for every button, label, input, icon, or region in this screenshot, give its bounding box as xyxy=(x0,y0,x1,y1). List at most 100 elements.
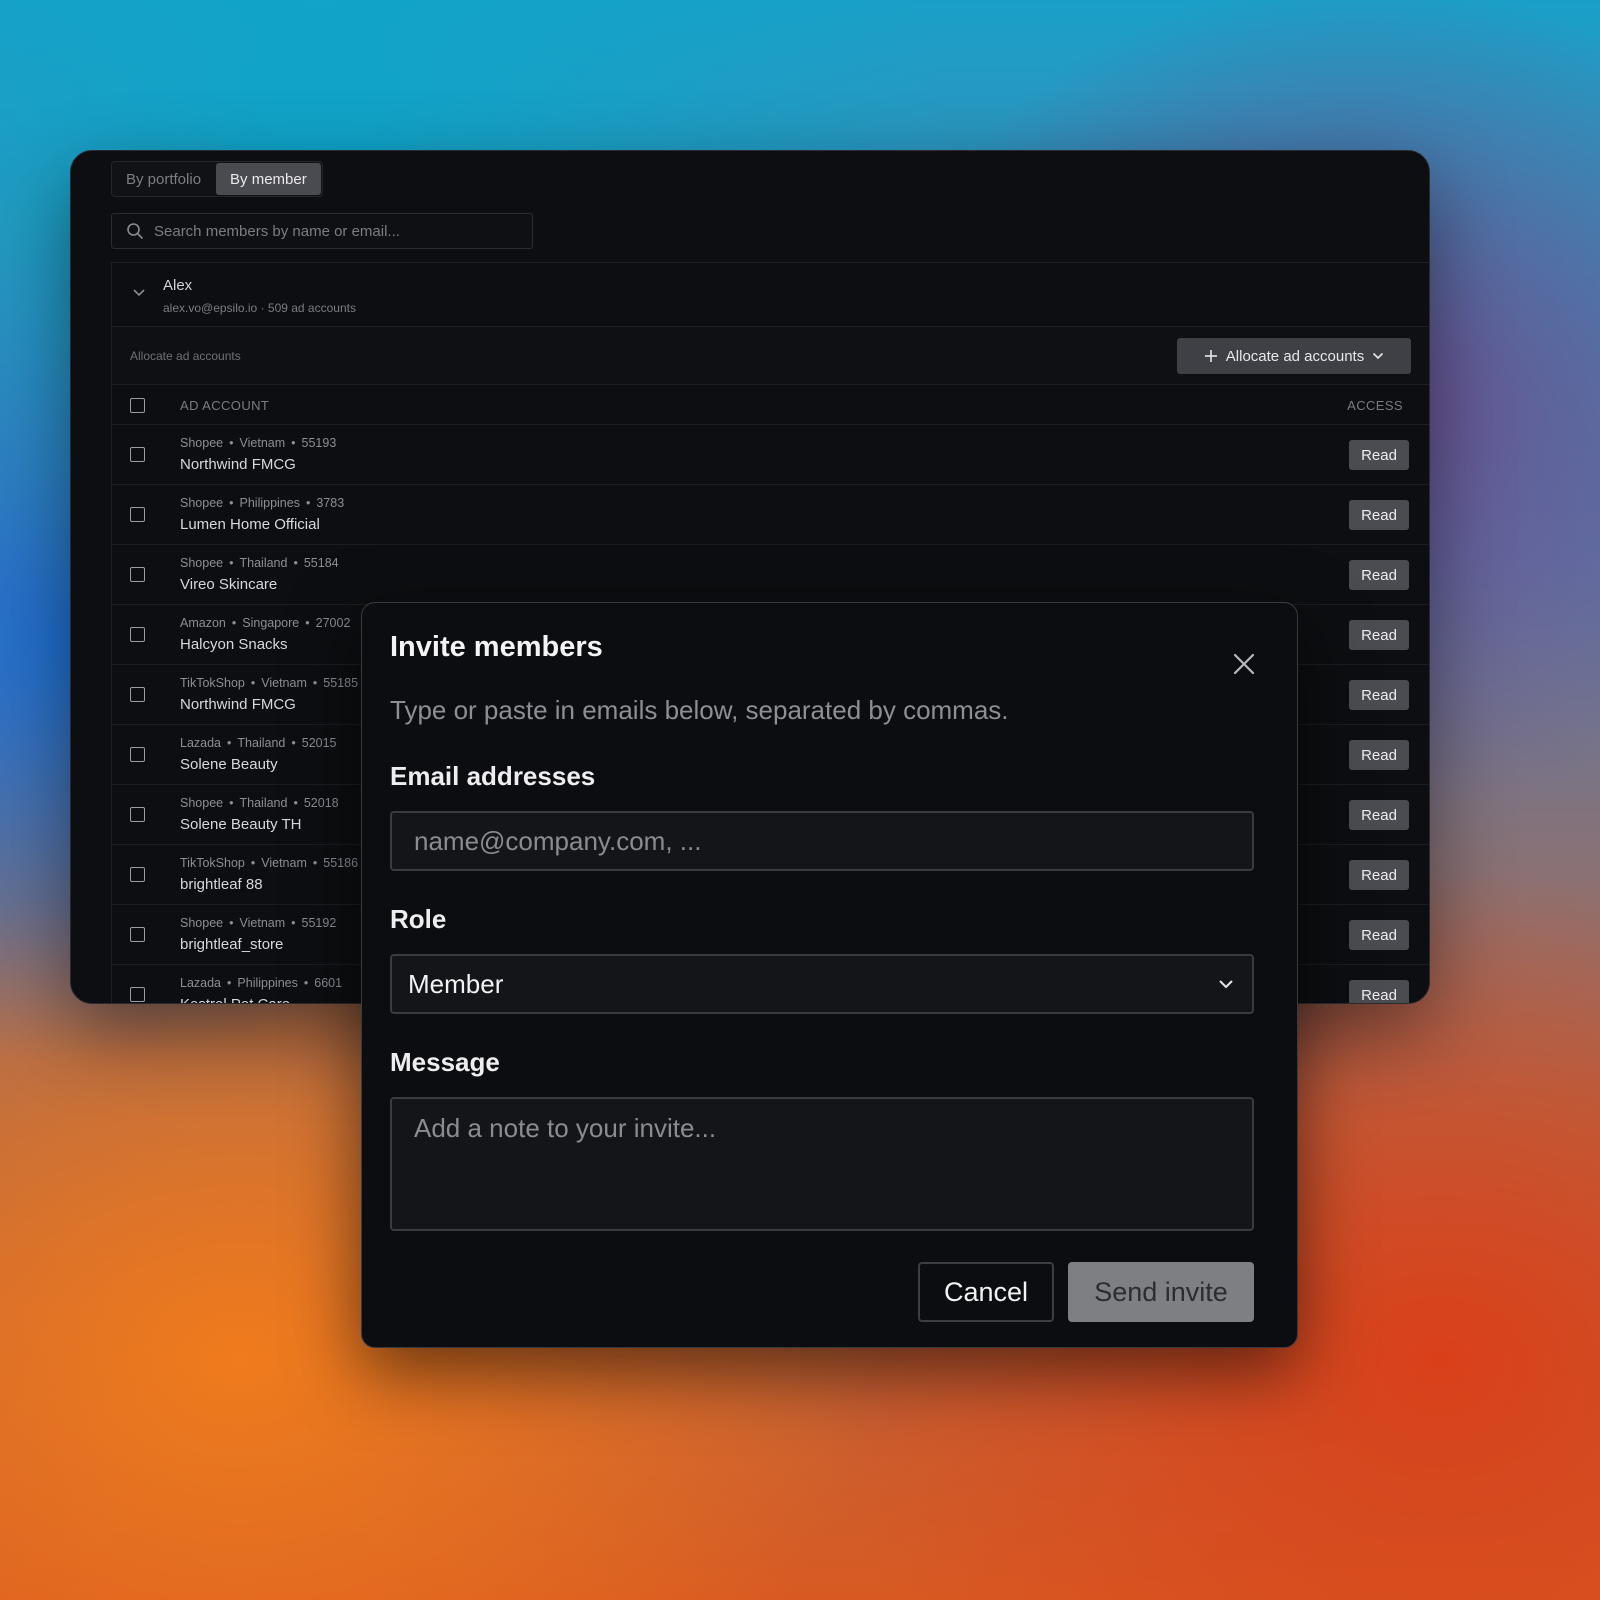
member-search xyxy=(111,213,533,249)
tab-by-member[interactable]: By member xyxy=(216,163,321,195)
row-meta: Shopee • Vietnam • 55193 xyxy=(180,436,337,450)
row-id: 52015 xyxy=(301,736,337,750)
dialog-title: Invite members xyxy=(390,631,603,663)
row-meta: Shopee • Vietnam • 55192 xyxy=(180,916,337,930)
row-country: Thailand xyxy=(239,556,288,570)
row-platform: Lazada xyxy=(180,736,222,750)
row-platform: Shopee xyxy=(180,496,224,510)
row-checkbox[interactable] xyxy=(130,987,145,1002)
row-country: Philippines xyxy=(237,976,298,990)
access-read-button[interactable]: Read xyxy=(1349,920,1409,950)
row-country: Thailand xyxy=(239,796,288,810)
access-read-button[interactable]: Read xyxy=(1349,500,1409,530)
column-header-ad-account: AD ACCOUNT xyxy=(180,398,270,413)
row-id: 55193 xyxy=(301,436,337,450)
member-subtitle: alex.vo@epsilo.io · 509 ad accounts xyxy=(163,301,356,315)
message-label: Message xyxy=(390,1047,500,1077)
row-account-name: Solene Beauty TH xyxy=(180,816,302,833)
allocate-bar: Allocate ad accounts Allocate ad account… xyxy=(112,327,1429,385)
role-select[interactable]: Member xyxy=(390,954,1254,1014)
row-platform: Shopee xyxy=(180,436,224,450)
member-header[interactable]: Alex alex.vo@epsilo.io · 509 ad accounts xyxy=(112,263,1429,327)
row-account-name: brightleaf_store xyxy=(180,936,284,953)
access-read-button[interactable]: Read xyxy=(1349,680,1409,710)
cancel-button[interactable]: Cancel xyxy=(918,1262,1054,1322)
access-read-button[interactable]: Read xyxy=(1349,620,1409,650)
allocate-ad-accounts-button[interactable]: Allocate ad accounts xyxy=(1177,338,1411,374)
row-id: 55186 xyxy=(323,856,359,870)
message-field[interactable] xyxy=(390,1097,1254,1231)
row-meta: Lazada • Philippines • 6601 xyxy=(180,976,343,990)
row-platform: TikTokShop xyxy=(180,676,245,690)
row-checkbox[interactable] xyxy=(130,687,145,702)
row-country: Vietnam xyxy=(239,436,286,450)
role-label: Role xyxy=(390,904,447,934)
row-checkbox[interactable] xyxy=(130,567,145,582)
row-meta: Lazada • Thailand • 52015 xyxy=(180,736,337,750)
chevron-down-icon[interactable] xyxy=(132,288,146,298)
allocate-label: Allocate ad accounts xyxy=(130,349,241,363)
row-checkbox[interactable] xyxy=(130,867,145,882)
chevron-down-icon xyxy=(1373,352,1384,360)
row-id: 55192 xyxy=(301,916,337,930)
row-account-name: Solene Beauty xyxy=(180,756,278,773)
row-checkbox[interactable] xyxy=(130,807,145,822)
row-id: 27002 xyxy=(315,616,351,630)
invite-members-dialog: Invite members Type or paste in emails b… xyxy=(361,602,1298,1348)
row-country: Vietnam xyxy=(261,856,307,870)
row-account-name: Kestrel Pet Care xyxy=(180,996,290,1003)
row-meta: TikTokShop • Vietnam • 55186 xyxy=(180,856,359,870)
table-row: Shopee • Philippines • 3783 Lumen Home Offic… xyxy=(112,485,1429,545)
chevron-down-icon xyxy=(1219,980,1233,989)
row-account-name: Lumen Home Official xyxy=(180,516,320,533)
row-checkbox[interactable] xyxy=(130,627,145,642)
column-header-access: ACCESS xyxy=(1347,398,1403,413)
send-invite-button[interactable]: Send invite xyxy=(1068,1262,1254,1322)
dialog-description: Type or paste in emails below, separated… xyxy=(390,695,1009,725)
table-row: Shopee • Thailand • 55184 Vireo Skincare Rea… xyxy=(112,545,1429,605)
access-read-button[interactable]: Read xyxy=(1349,800,1409,830)
row-meta: TikTokShop • Vietnam • 55185 xyxy=(180,676,359,690)
row-platform: Shopee xyxy=(180,916,224,930)
row-country: Vietnam xyxy=(239,916,286,930)
access-read-button[interactable]: Read xyxy=(1349,740,1409,770)
search-input[interactable] xyxy=(154,222,514,240)
row-account-name: Vireo Skincare xyxy=(180,576,278,593)
access-read-button[interactable]: Read xyxy=(1349,860,1409,890)
row-checkbox[interactable] xyxy=(130,507,145,522)
table-header: AD ACCOUNT ACCESS xyxy=(112,385,1429,425)
row-account-name: brightleaf 88 xyxy=(180,876,263,893)
access-read-button[interactable]: Read xyxy=(1349,980,1409,1003)
row-checkbox[interactable] xyxy=(130,747,145,762)
close-icon[interactable] xyxy=(1229,649,1259,679)
email-label: Email addresses xyxy=(390,761,596,791)
row-account-name: Halcyon Snacks xyxy=(180,636,288,653)
email-field[interactable] xyxy=(390,811,1254,871)
view-toggle: By portfolio By member xyxy=(111,161,323,197)
row-platform: Shopee xyxy=(180,796,224,810)
row-id: 52018 xyxy=(303,796,339,810)
row-platform: Shopee xyxy=(180,556,224,570)
row-id: 6601 xyxy=(314,976,343,990)
row-platform: Amazon xyxy=(180,616,226,630)
row-country: Vietnam xyxy=(261,676,307,690)
row-checkbox[interactable] xyxy=(130,447,145,462)
select-all-checkbox[interactable] xyxy=(130,398,145,413)
row-account-name: Northwind FMCG xyxy=(180,696,296,713)
plus-icon xyxy=(1204,350,1217,362)
row-platform: Lazada xyxy=(180,976,222,990)
row-country: Philippines xyxy=(239,496,300,510)
row-checkbox[interactable] xyxy=(130,927,145,942)
tab-by-portfolio[interactable]: By portfolio xyxy=(112,162,215,196)
row-id: 55184 xyxy=(303,556,339,570)
row-country: Thailand xyxy=(237,736,286,750)
allocate-button-label: Allocate ad accounts xyxy=(1225,347,1365,365)
member-name: Alex xyxy=(163,277,193,294)
row-account-name: Northwind FMCG xyxy=(180,456,296,473)
access-read-button[interactable]: Read xyxy=(1349,560,1409,590)
row-meta: Shopee • Philippines • 3783 xyxy=(180,496,345,510)
access-read-button[interactable]: Read xyxy=(1349,440,1409,470)
role-value: Member xyxy=(408,968,504,999)
row-country: Singapore xyxy=(242,616,300,630)
row-id: 55185 xyxy=(323,676,359,690)
